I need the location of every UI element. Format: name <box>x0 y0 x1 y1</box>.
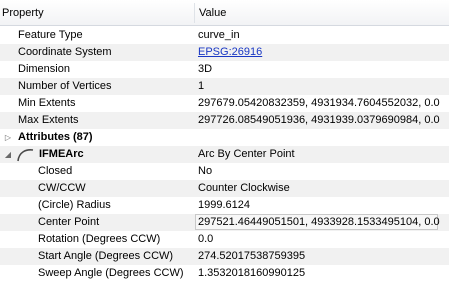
property-row-max-extents[interactable]: Max Extents 297726.08549051936, 4931939.… <box>0 112 449 129</box>
property-name: Sweep Angle (Degrees CCW) <box>38 267 184 279</box>
property-value: 1999.6124 <box>198 199 250 211</box>
property-row-dimension[interactable]: Dimension 3D <box>0 61 449 78</box>
ifmearc-group-value: Arc By Center Point <box>198 148 295 160</box>
coordinate-system-link[interactable]: EPSG:26916 <box>198 44 262 61</box>
property-column-header[interactable]: Property <box>2 7 44 19</box>
column-divider[interactable] <box>194 3 195 23</box>
arc-property-row-cw-ccw[interactable]: CW/CCW Counter Clockwise <box>0 180 449 197</box>
property-value: Counter Clockwise <box>198 182 290 194</box>
arc-property-row-radius[interactable]: (Circle) Radius 1999.6124 <box>0 197 449 214</box>
property-name: Start Angle (Degrees CCW) <box>38 250 174 262</box>
property-value: curve_in <box>198 29 240 41</box>
property-name: CW/CCW <box>38 182 86 194</box>
property-name: Rotation (Degrees CCW) <box>38 233 161 245</box>
ifmearc-group-row[interactable]: ◢ IFMEArc Arc By Center Point <box>0 146 449 163</box>
property-name: Closed <box>38 165 73 177</box>
property-name: Min Extents <box>18 97 76 109</box>
property-name: Max Extents <box>18 114 79 126</box>
property-value: 297679.05420832359, 4931934.7604552032, … <box>198 97 440 109</box>
collapse-arrow-icon[interactable]: ◢ <box>3 146 13 163</box>
arc-property-row-sweep-angle[interactable]: Sweep Angle (Degrees CCW) 1.353201816099… <box>0 265 449 282</box>
property-name: (Circle) Radius <box>38 199 111 211</box>
property-value: 0.0 <box>198 233 214 245</box>
property-name: Center Point <box>38 216 100 228</box>
property-value: 1.3532018160990125 <box>198 267 306 279</box>
property-row-coordinate-system[interactable]: Coordinate System EPSG:26916 <box>0 44 449 61</box>
arc-property-row-rotation[interactable]: Rotation (Degrees CCW) 0.0 <box>0 231 449 248</box>
attributes-group-row[interactable]: ▷ Attributes (87) <box>0 129 449 146</box>
property-row-min-extents[interactable]: Min Extents 297679.05420832359, 4931934.… <box>0 95 449 112</box>
property-value[interactable]: 297521.46449051501, 4933928.1533495104, … <box>198 214 440 231</box>
property-row-feature-type[interactable]: Feature Type curve_in <box>0 27 449 44</box>
arc-property-row-start-angle[interactable]: Start Angle (Degrees CCW) 274.5201753875… <box>0 248 449 265</box>
ifmearc-group-label: IFMEArc <box>39 148 84 160</box>
property-row-number-of-vertices[interactable]: Number of Vertices 1 <box>0 78 449 95</box>
expand-arrow-icon[interactable]: ▷ <box>3 129 13 146</box>
property-value: 1 <box>198 80 205 92</box>
property-value: 274.52017538759395 <box>198 250 306 262</box>
attributes-group-label: Attributes (87) <box>18 131 93 143</box>
property-name: Number of Vertices <box>18 80 112 92</box>
property-value: 297726.08549051936, 4931939.0379690984, … <box>198 114 440 126</box>
property-name: Coordinate System <box>18 46 112 58</box>
arc-property-row-center-point[interactable]: Center Point 297521.46449051501, 4933928… <box>0 214 449 231</box>
column-header: Property Value <box>0 0 449 26</box>
property-value: 3D <box>198 63 213 75</box>
property-name: Dimension <box>18 63 70 75</box>
arc-property-row-closed[interactable]: Closed No <box>0 163 449 180</box>
arc-icon <box>17 149 34 162</box>
property-value: No <box>198 165 213 177</box>
property-name: Feature Type <box>18 29 83 41</box>
value-column-header[interactable]: Value <box>199 7 226 19</box>
feature-information-panel: Property Value Feature Type curve_in Coo… <box>0 0 449 285</box>
